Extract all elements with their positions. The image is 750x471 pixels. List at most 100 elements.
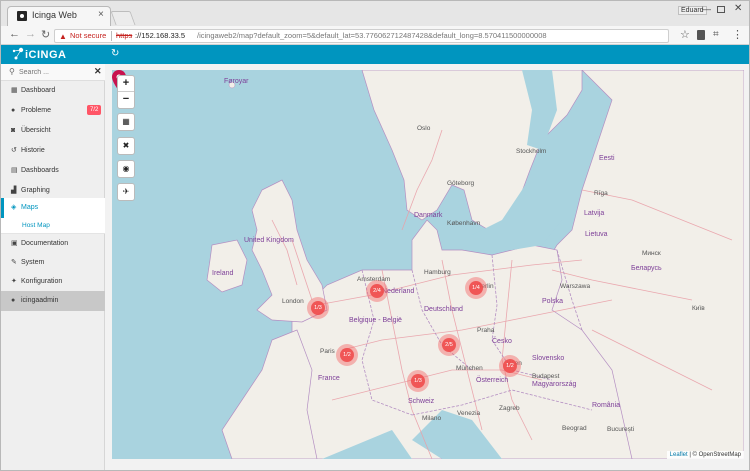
tab-title: Icinga Web <box>32 10 77 20</box>
map-label-paris: Paris <box>320 348 335 355</box>
map-label-eesti: Eesti <box>599 155 615 162</box>
browser-toolbar: ← → ↻ ▲ Not secure https ://152.168.33.5… <box>1 26 749 45</box>
sidebar-item-historie[interactable]: ↺ Historie <box>1 141 105 161</box>
host-cluster-marker[interactable]: 2/4 <box>366 280 388 302</box>
icinga-favicon-icon <box>17 11 27 21</box>
expand-icon: ✖ <box>122 141 130 150</box>
cluster-count: 2/5 <box>442 338 456 352</box>
map-label-hamburg: Hamburg <box>424 269 451 276</box>
locate-button[interactable]: ◉ <box>117 160 135 178</box>
alert-icon: ● <box>11 107 16 114</box>
host-cluster-marker[interactable]: 1/3 <box>407 370 429 392</box>
cluster-count: 2/4 <box>370 284 384 298</box>
map-label-praha: Praha <box>477 327 495 334</box>
sidebar-item-documentation[interactable]: ▣ Documentation <box>1 234 105 254</box>
back-arrow-icon[interactable]: ← <box>9 28 20 40</box>
map-label-stockholm: Stockholm <box>516 148 547 155</box>
sidebar-item-dashboards[interactable]: ▤ Dashboards <box>1 161 105 181</box>
map-icon: ◈ <box>11 204 17 211</box>
map-label-romania: România <box>592 402 621 409</box>
sidebar-item-probleme[interactable]: ● Probleme 7/2 <box>1 101 105 121</box>
map-label-polska: Polska <box>542 298 564 305</box>
search-input[interactable] <box>19 67 89 78</box>
sidebar-item-label: Dashboard <box>21 87 56 94</box>
sidebar-item-label: Historie <box>21 147 45 154</box>
maximize-icon[interactable] <box>717 6 725 13</box>
pin-button[interactable]: ✈ <box>117 183 135 201</box>
tab-strip: Icinga Web × Eduard — ✕ <box>1 1 749 26</box>
history-icon: ↺ <box>11 147 17 154</box>
map-label-oslo: Oslo <box>417 125 431 132</box>
bookmark-star-icon[interactable]: ☆ <box>680 28 690 41</box>
sidebar-item-label: Probleme <box>21 107 51 114</box>
host-cluster-marker[interactable]: 1/4 <box>465 277 487 299</box>
menu-dots-icon[interactable]: ⋮ <box>732 28 743 41</box>
address-bar[interactable]: ▲ Not secure https ://152.168.33.5 /icin… <box>54 29 669 43</box>
zoom-control: + − <box>117 75 135 109</box>
fullscreen-grid-button[interactable]: ▦ <box>117 113 135 131</box>
binoculars-icon: ◙ <box>11 127 16 134</box>
url-host: ://152.168.33.5 <box>135 31 186 40</box>
icinga-header: iCINGA ↻ <box>1 45 749 64</box>
host-cluster-marker[interactable]: 1/2 <box>499 355 521 377</box>
map-label-lietuva: Lietuva <box>585 231 608 238</box>
map-label-latvija: Latvija <box>584 210 605 217</box>
sidebar-item-konfiguration[interactable]: ✦ Konfiguration <box>1 272 105 292</box>
reload-icon[interactable]: ↻ <box>41 28 50 41</box>
map-label-budapest: Budapest <box>532 373 560 380</box>
grid-icon: ▦ <box>11 87 18 94</box>
zoom-out-button[interactable]: − <box>118 92 134 108</box>
minimize-icon[interactable]: — <box>702 4 711 14</box>
cluster-count: 1/3 <box>311 301 325 315</box>
icinga-logo[interactable]: iCINGA <box>11 47 81 62</box>
sidebar-item-label: Documentation <box>21 240 69 247</box>
new-tab-button[interactable] <box>110 11 136 25</box>
dashboards-icon: ▤ <box>11 167 18 174</box>
map-label-beograd: Beograd <box>562 425 587 432</box>
map-label-ireland: Ireland <box>212 270 234 277</box>
logo-text: iCINGA <box>25 49 67 61</box>
url-path: /icingaweb2/map?default_zoom=5&default_l… <box>197 31 547 40</box>
refresh-icon[interactable]: ↻ <box>111 48 119 59</box>
map-label-osterreich: Österreich <box>476 377 509 384</box>
host-cluster-marker[interactable]: 1/3 <box>307 297 329 319</box>
subnav-host-map[interactable]: Host Map <box>1 218 105 234</box>
sidebar-item-label: Übersicht <box>21 127 51 134</box>
map-label-milano: Milano <box>422 415 442 422</box>
map-label-danmark: Danmark <box>414 212 443 219</box>
close-tab-icon[interactable]: × <box>98 9 104 20</box>
sidebar-item-user[interactable]: ● icingaadmin <box>1 291 105 311</box>
map-attribution: Leaflet | © OpenStreetMap <box>666 451 744 459</box>
not-secure-label: Not secure <box>70 31 107 40</box>
clear-search-icon[interactable]: ✕ <box>94 66 102 77</box>
sidebar-item-ubersicht[interactable]: ◙ Übersicht <box>1 121 105 141</box>
sidebar-item-dashboard[interactable]: ▦ Dashboard <box>1 81 105 101</box>
map-label-cesko: Česko <box>492 338 512 345</box>
zoom-in-button[interactable]: + <box>118 76 134 92</box>
browser-tab[interactable]: Icinga Web × <box>7 6 111 26</box>
forward-arrow-icon[interactable]: → <box>25 28 36 40</box>
sidebar-item-system[interactable]: ✎ System <box>1 253 105 273</box>
leaflet-link[interactable]: Leaflet <box>670 452 688 458</box>
map-label-bucuresti: București <box>607 426 635 433</box>
book-icon: ▣ <box>11 240 18 247</box>
sidebar-item-label: Konfiguration <box>21 278 63 285</box>
extension-icon[interactable] <box>697 30 705 40</box>
map-label-minsk: Минск <box>642 250 661 257</box>
host-cluster-marker[interactable]: 1/2 <box>336 344 358 366</box>
cog-icon: ✦ <box>11 278 17 285</box>
close-window-icon[interactable]: ✕ <box>734 3 742 14</box>
url-scheme: https <box>116 31 133 40</box>
map-label-goteborg: Göteborg <box>447 180 475 187</box>
sidebar-item-maps[interactable]: ◈ Maps <box>1 198 105 218</box>
wrench-icon: ✎ <box>11 259 17 266</box>
expand-button[interactable]: ✖ <box>117 137 135 155</box>
map-label-london: London <box>282 298 304 305</box>
map-label-deutschland: Deutschland <box>424 306 463 313</box>
cast-icon[interactable]: ⌗ <box>713 29 719 40</box>
host-map[interactable]: Føroyar United Kingdom Ireland Danmark D… <box>112 70 744 459</box>
host-cluster-marker[interactable]: 2/5 <box>438 334 460 356</box>
sidebar-search: ⚲ ✕ <box>1 64 105 81</box>
map-label-france: France <box>318 375 340 382</box>
map-label-warszawa: Warszawa <box>560 283 591 290</box>
